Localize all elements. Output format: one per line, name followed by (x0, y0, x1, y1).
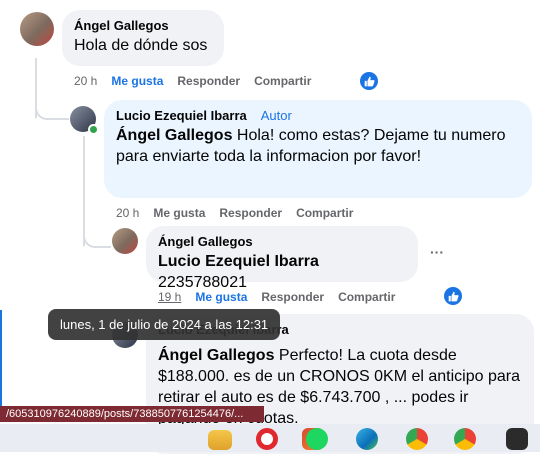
comment-actions: 20 h Me gusta Responder Compartir (116, 206, 353, 220)
chrome-icon[interactable] (406, 428, 428, 450)
comment-text: 2235788021 (158, 274, 247, 291)
spotify-icon[interactable] (306, 428, 328, 450)
comment-text-wrap: Ángel Gallegos Hola! como estas? Dejame … (116, 125, 520, 167)
file-explorer-icon[interactable] (208, 430, 232, 450)
comment-author[interactable]: Lucio Ezequiel Ibarra (116, 108, 247, 123)
reply-button[interactable]: Responder (177, 74, 240, 88)
status-url: /605310976240889/posts/7388507761254476/… (0, 406, 264, 422)
comment-time[interactable]: 19 h (158, 290, 181, 304)
comment-author[interactable]: Ángel Gallegos (74, 18, 212, 33)
like-button[interactable]: Me gusta (153, 206, 205, 220)
like-reaction-icon[interactable] (444, 287, 462, 305)
comment-bubble: Ángel Gallegos Hola de dónde sos (62, 10, 224, 66)
taskbar (0, 424, 540, 452)
avatar[interactable] (112, 228, 138, 254)
like-reaction-icon[interactable] (360, 72, 378, 90)
app-icon[interactable] (506, 428, 528, 450)
timestamp-tooltip: lunes, 1 de julio de 2024 a las 12:31 (48, 309, 281, 340)
online-status-dot (88, 124, 99, 135)
mention-link[interactable]: Ángel Gallegos (158, 347, 274, 364)
mention-link[interactable]: Ángel Gallegos (116, 127, 232, 144)
comment-text: Hola de dónde sos (74, 37, 208, 54)
comment-actions: 19 h Me gusta Responder Compartir (158, 290, 395, 304)
reply-button[interactable]: Responder (219, 206, 282, 220)
like-button[interactable]: Me gusta (195, 290, 247, 304)
comment-author[interactable]: Ángel Gallegos (158, 234, 406, 249)
share-button[interactable]: Compartir (254, 74, 311, 88)
mention-link[interactable]: Lucio Ezequiel Ibarra (158, 253, 319, 270)
comment-bubble: Lucio Ezequiel Ibarra Autor Ángel Galleg… (104, 100, 532, 198)
comment-time[interactable]: 20 h (74, 74, 97, 88)
comment-text-wrap: Lucio Ezequiel Ibarra 2235788021 (158, 251, 406, 293)
thread-line-left (0, 310, 2, 410)
chrome-profile-icon[interactable] (454, 428, 476, 450)
author-badge: Autor (260, 108, 292, 123)
opera-icon[interactable] (256, 428, 278, 450)
comment-time[interactable]: 20 h (116, 206, 139, 220)
comment-actions: 20 h Me gusta Responder Compartir (74, 74, 311, 88)
share-button[interactable]: Compartir (296, 206, 353, 220)
comment-bubble: Ángel Gallegos Lucio Ezequiel Ibarra 223… (146, 226, 418, 291)
edge-icon[interactable] (356, 428, 378, 450)
more-options-button[interactable]: ··· (430, 244, 444, 260)
like-button[interactable]: Me gusta (111, 74, 163, 88)
thread-connector (35, 72, 69, 120)
reply-button[interactable]: Responder (261, 290, 324, 304)
thread-connector (83, 200, 111, 248)
avatar[interactable] (20, 12, 54, 46)
share-button[interactable]: Compartir (338, 290, 395, 304)
